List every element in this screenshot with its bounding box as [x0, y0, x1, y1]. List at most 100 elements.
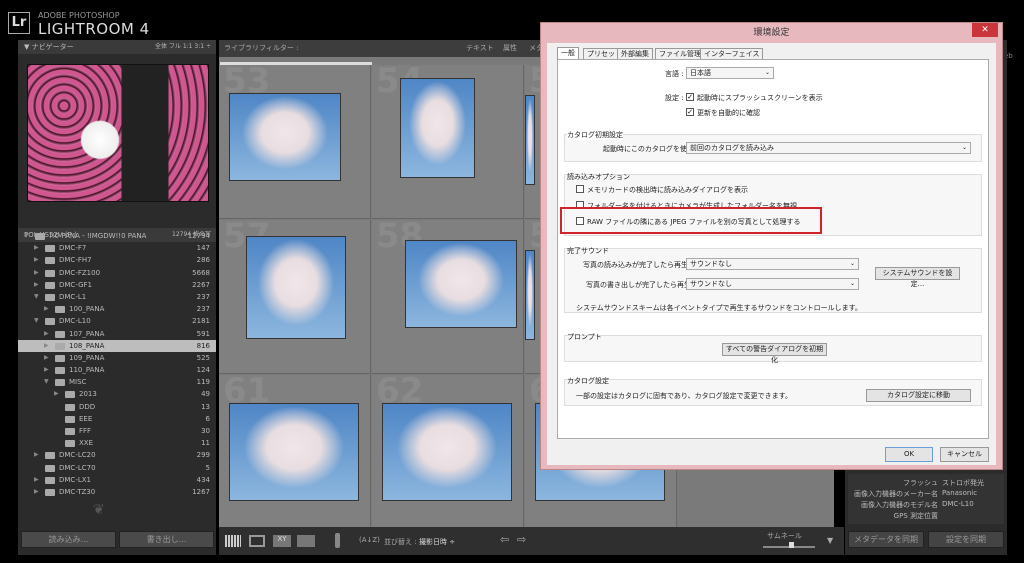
painter-icon[interactable]	[335, 533, 340, 548]
cancel-button[interactable]: キャンセル	[940, 447, 989, 462]
folder-row[interactable]: ▶ DMC-FZ100 5668	[18, 267, 216, 279]
go-to-catalog-settings-button[interactable]: カタログ設定に移動	[866, 389, 971, 402]
folder-icon	[65, 440, 75, 448]
photo-thumbnail[interactable]	[400, 78, 475, 178]
folder-row[interactable]: FFF 30	[18, 425, 216, 437]
disclosure-arrow-icon[interactable]: ▶	[34, 474, 39, 486]
photo-thumbnail[interactable]	[229, 403, 359, 501]
photo-thumbnail[interactable]	[405, 240, 517, 328]
reset-warnings-button[interactable]: すべての警告ダイアログを初期化	[722, 343, 827, 364]
disclosure-arrow-icon[interactable]: ▶	[44, 340, 49, 352]
navigator-zoom-options[interactable]: 全体 フル 1:1 3:1 ÷	[155, 40, 211, 54]
disclosure-arrow-icon[interactable]: ▶	[34, 267, 39, 279]
disclosure-arrow-icon[interactable]: ▶	[44, 352, 49, 364]
grid-view-icon[interactable]	[225, 535, 241, 547]
folder-icon	[55, 379, 65, 387]
folder-row[interactable]: ▼ MISC 119	[18, 376, 216, 388]
import-dialog-checkbox[interactable]	[576, 185, 584, 193]
thumbnail-slider-handle[interactable]	[789, 542, 794, 548]
filter-tab-text[interactable]: テキスト	[466, 40, 494, 57]
navigator-preview[interactable]	[27, 64, 209, 202]
navigator-header[interactable]: ▼ ナビゲーター 全体 フル 1:1 3:1 ÷	[18, 40, 216, 54]
ok-button[interactable]: OK	[885, 447, 933, 462]
toolbar-menu-chevron-icon[interactable]: ▼	[827, 536, 833, 545]
folder-row[interactable]: ▶ 109_PANA 525	[18, 352, 216, 364]
sound-export-select[interactable]: サウンドなし ⌄	[686, 278, 859, 290]
folder-row[interactable]: ▼ !!0 PANA - !IMGDW!!0 PANA 12794	[18, 230, 216, 242]
folder-row[interactable]: DDD 13	[18, 401, 216, 413]
close-button[interactable]: ✕	[972, 23, 998, 37]
sync-settings-button[interactable]: 設定を同期	[928, 531, 1004, 548]
metadata-value[interactable]: Panasonic	[942, 489, 977, 497]
disclosure-arrow-icon[interactable]: ▶	[44, 328, 49, 340]
disclosure-arrow-icon[interactable]: ▶	[34, 242, 39, 254]
sort-select[interactable]: 撮影日時 ÷	[419, 537, 455, 547]
folder-count: 147	[196, 244, 210, 253]
metadata-value[interactable]: DMC-L10	[942, 500, 974, 508]
loupe-view-icon[interactable]	[249, 535, 265, 547]
photo-thumbnail[interactable]	[525, 95, 535, 185]
disclosure-arrow-icon[interactable]: ▼	[24, 230, 29, 242]
folder-icon	[45, 257, 55, 265]
folder-count: 1267	[192, 487, 210, 496]
folder-icon	[45, 281, 55, 289]
disclosure-arrow-icon[interactable]: ▶	[44, 303, 49, 315]
compare-view-icon[interactable]: XY	[273, 535, 291, 547]
disclosure-arrow-icon[interactable]: ▶	[34, 254, 39, 266]
language-select[interactable]: 日本語 ⌄	[686, 67, 774, 79]
metadata-value[interactable]: ストロボ発光	[942, 478, 984, 488]
photo-thumbnail[interactable]	[525, 250, 535, 340]
general-page: 言語 : 日本語 ⌄ 設定 : ✓ 起動時にスプラッシュスクリーンを表示 ✓ 更新…	[557, 59, 989, 439]
folder-row[interactable]: ▼ DMC-L10 2181	[18, 315, 216, 327]
sort-label: 並び替え :	[384, 538, 417, 546]
folder-name: DDD	[79, 402, 96, 411]
next-arrow-icon[interactable]: ⇨	[517, 533, 526, 546]
export-button[interactable]: 書き出し...	[119, 531, 214, 548]
folder-row[interactable]: ▶ DMC-TZ30 1267	[18, 486, 216, 498]
folder-row[interactable]: ▼ DMC-L1 237	[18, 291, 216, 303]
folder-row[interactable]: ▶ DMC-LC20 299	[18, 449, 216, 461]
highlight-box	[560, 207, 822, 234]
photo-thumbnail[interactable]	[246, 236, 346, 339]
disclosure-arrow-icon[interactable]: ▶	[34, 279, 39, 291]
folder-row[interactable]: ▶ 108_PANA 816	[18, 339, 216, 352]
grid-cell[interactable]: 61	[219, 375, 371, 529]
grid-cell[interactable]: 58	[372, 220, 524, 374]
folder-row[interactable]: EEE 6	[18, 413, 216, 425]
catalog-select[interactable]: 前回のカタログを読み込み ⌄	[686, 142, 971, 154]
filter-tab-attribute[interactable]: 属性	[503, 40, 517, 57]
folder-row[interactable]: ▶ DMC-FH7 286	[18, 254, 216, 266]
system-sound-button[interactable]: システムサウンドを設定...	[875, 267, 960, 288]
disclosure-arrow-icon[interactable]: ▼	[34, 315, 39, 327]
folder-row[interactable]: ▶ 110_PANA 124	[18, 364, 216, 376]
folder-row[interactable]: ▶ DMC-LX1 434	[18, 474, 216, 486]
folder-row[interactable]: ▶ 107_PANA 591	[18, 328, 216, 340]
grid-cell[interactable]: 62	[372, 375, 524, 529]
folder-row[interactable]: XXE 11	[18, 437, 216, 449]
brand-small: ADOBE PHOTOSHOP	[38, 11, 120, 20]
sound-import-select[interactable]: サウンドなし ⌄	[686, 258, 859, 270]
photo-thumbnail[interactable]	[229, 93, 341, 181]
folder-row[interactable]: ▶ 100_PANA 237	[18, 303, 216, 315]
sync-metadata-button[interactable]: メタデータを同期	[848, 531, 924, 548]
import-button[interactable]: 読み込み...	[21, 531, 116, 548]
auto-update-checkbox[interactable]: ✓	[686, 108, 694, 116]
sort-direction-icon[interactable]: (A↓Z)	[359, 536, 380, 544]
splash-checkbox[interactable]: ✓	[686, 93, 694, 101]
survey-view-icon[interactable]	[297, 535, 315, 547]
grid-cell[interactable]: 54	[372, 65, 524, 219]
disclosure-arrow-icon[interactable]: ▶	[34, 486, 39, 498]
disclosure-arrow-icon[interactable]: ▶	[44, 364, 49, 376]
folder-row[interactable]: ▶ DMC-GF1 2267	[18, 279, 216, 291]
disclosure-arrow-icon[interactable]: ▶	[54, 388, 59, 400]
disclosure-arrow-icon[interactable]: ▼	[34, 291, 39, 303]
disclosure-arrow-icon[interactable]: ▼	[44, 376, 49, 388]
photo-thumbnail[interactable]	[382, 403, 512, 501]
disclosure-arrow-icon[interactable]: ▶	[34, 449, 39, 461]
folder-row[interactable]: ▶ DMC-F7 147	[18, 242, 216, 254]
grid-cell[interactable]: 57	[219, 220, 371, 374]
folder-row[interactable]: ▶ 2013 49	[18, 388, 216, 400]
prev-arrow-icon[interactable]: ⇦	[500, 533, 509, 546]
folder-row[interactable]: DMC-LC70 5	[18, 462, 216, 474]
grid-cell[interactable]: 53	[219, 65, 371, 219]
